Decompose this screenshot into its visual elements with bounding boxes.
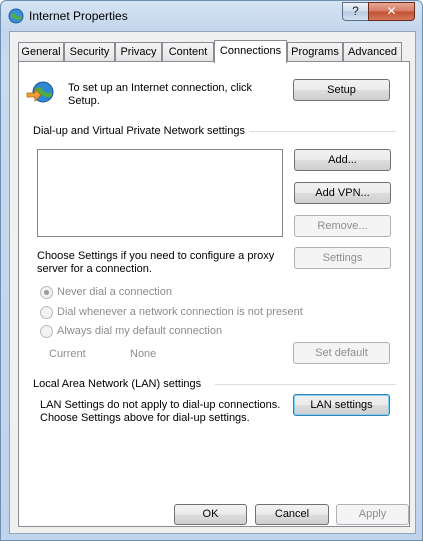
- internet-globe-icon: [8, 8, 24, 24]
- tab-content[interactable]: Content: [162, 42, 214, 62]
- add-vpn-button[interactable]: Add VPN...: [294, 182, 391, 204]
- dialog-client-area: General Security Privacy Content Connect…: [9, 31, 416, 534]
- connections-panel: To set up an Internet connection, click …: [18, 61, 410, 527]
- internet-properties-window: Internet Properties ? ✕ General Security…: [0, 0, 423, 541]
- radio-never-dial-label: Never dial a connection: [57, 286, 172, 298]
- radio-button-checked[interactable]: [40, 286, 53, 299]
- radio-always-dial-label: Always dial my default connection: [57, 325, 223, 337]
- tab-advanced[interactable]: Advanced: [343, 42, 402, 62]
- dialup-divider: [247, 131, 396, 132]
- proxy-text-line2: server for a connection.: [37, 263, 152, 275]
- set-default-button[interactable]: Set default: [293, 342, 390, 364]
- apply-button[interactable]: Apply: [336, 504, 409, 525]
- tab-connections[interactable]: Connections: [214, 40, 287, 63]
- setup-button[interactable]: Setup: [293, 79, 390, 101]
- cancel-button[interactable]: Cancel: [255, 504, 329, 525]
- proxy-description: Choose Settings if you need to configure…: [37, 250, 287, 276]
- network-connection-icon: [26, 81, 54, 103]
- proxy-text-line1: Choose Settings if you need to configure…: [37, 250, 275, 262]
- radio-button[interactable]: [40, 325, 53, 338]
- setup-description: To set up an Internet connection, click …: [68, 82, 268, 108]
- help-button[interactable]: ?: [342, 2, 369, 21]
- lan-divider: [215, 384, 396, 385]
- close-button[interactable]: ✕: [368, 2, 415, 21]
- lan-description: LAN Settings do not apply to dial-up con…: [40, 399, 290, 425]
- radio-button[interactable]: [40, 306, 53, 319]
- current-value: None: [130, 348, 157, 360]
- setup-text-line1: To set up an Internet connection, click: [68, 82, 253, 94]
- dialup-heading: Dial-up and Virtual Private Network sett…: [33, 125, 249, 137]
- lan-text-line2: Choose Settings above for dial-up settin…: [40, 412, 250, 424]
- help-icon: ?: [352, 4, 359, 18]
- lan-text-line1: LAN Settings do not apply to dial-up con…: [40, 399, 281, 411]
- lan-heading: Local Area Network (LAN) settings: [33, 378, 206, 390]
- connections-list[interactable]: [37, 149, 283, 237]
- setup-text-line2: Setup.: [68, 95, 100, 107]
- tab-security[interactable]: Security: [64, 42, 115, 62]
- add-button[interactable]: Add...: [294, 149, 391, 171]
- tab-privacy[interactable]: Privacy: [115, 42, 162, 62]
- remove-button[interactable]: Remove...: [294, 215, 391, 237]
- tab-strip: General Security Privacy Content Connect…: [18, 40, 410, 63]
- window-title: Internet Properties: [29, 9, 128, 23]
- settings-button[interactable]: Settings: [294, 247, 391, 269]
- close-icon: ✕: [386, 4, 397, 18]
- radio-dial-whenever-label: Dial whenever a network connection is no…: [57, 306, 303, 318]
- lan-settings-button[interactable]: LAN settings: [293, 394, 390, 416]
- tab-programs[interactable]: Programs: [287, 42, 343, 62]
- ok-button[interactable]: OK: [174, 504, 247, 525]
- current-label: Current: [49, 348, 86, 360]
- tab-general[interactable]: General: [18, 42, 64, 62]
- title-bar[interactable]: Internet Properties ? ✕: [1, 1, 422, 31]
